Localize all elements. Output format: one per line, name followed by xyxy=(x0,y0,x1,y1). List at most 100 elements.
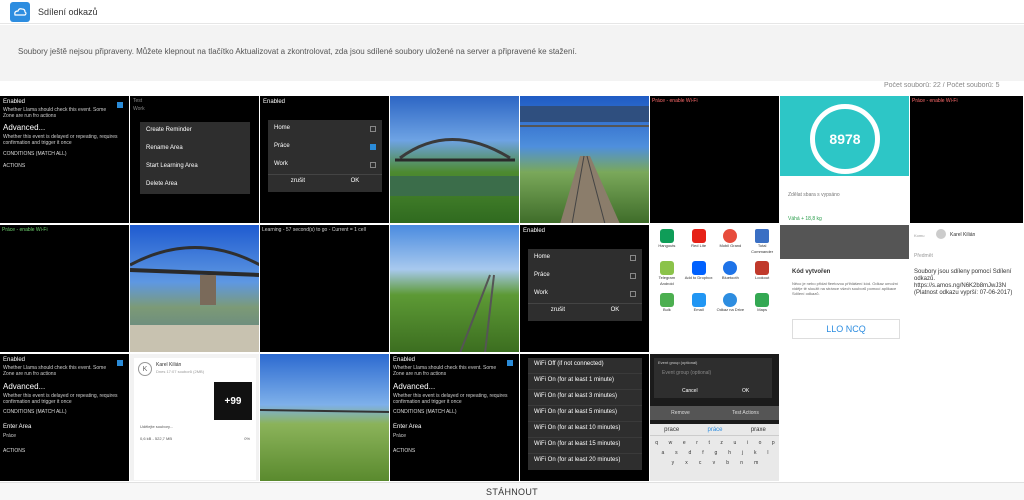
app-total-commander[interactable]: Total Commander xyxy=(747,229,777,255)
key[interactable]: r xyxy=(696,440,698,446)
key[interactable]: f xyxy=(702,450,703,456)
thumbnail-17[interactable]: Enabled Whether Llama should check this … xyxy=(0,354,130,482)
code-heading: Kód vytvořen xyxy=(792,269,831,275)
key[interactable]: l xyxy=(767,450,768,456)
key[interactable]: o xyxy=(759,440,762,446)
key[interactable]: x xyxy=(685,460,688,466)
wifi-option[interactable]: WiFi On (for at least 3 minutes) xyxy=(528,390,642,406)
key[interactable]: q xyxy=(655,440,658,446)
thumbnail-3[interactable]: Enabled Home Práce Work zrušit OK xyxy=(260,96,390,224)
thumbnail-20[interactable]: Enabled Whether Llama should check this … xyxy=(390,354,520,482)
option-home[interactable]: Home xyxy=(268,120,382,138)
key[interactable]: s xyxy=(675,450,678,456)
test-actions-button[interactable]: Test Actions xyxy=(732,410,759,416)
option-home[interactable]: Home xyxy=(528,249,642,267)
cancel-button[interactable]: zrušit xyxy=(291,178,305,185)
wifi-option[interactable]: WiFi On (for at least 10 minutes) xyxy=(528,422,642,438)
option-prace[interactable]: Práce xyxy=(528,267,642,285)
wifi-option[interactable]: WiFi On (for at least 15 minutes) xyxy=(528,438,642,454)
menu-item-start-learning[interactable]: Start Learning Area xyxy=(140,158,250,176)
thumbnail-2[interactable]: Test Work Create Reminder Rename Area St… xyxy=(130,96,260,224)
page-title: Sdílení odkazů xyxy=(38,6,98,17)
key[interactable]: p xyxy=(772,440,775,446)
option-prace[interactable]: Práce xyxy=(268,138,382,156)
footer-bar: STÁHNOUT xyxy=(0,482,1024,500)
ok-button[interactable]: OK xyxy=(611,307,620,314)
key[interactable]: c xyxy=(699,460,702,466)
advanced-label: Advanced... xyxy=(3,123,46,132)
thumbnail-6[interactable]: Práce - enable Wi-Fi xyxy=(650,96,780,224)
key[interactable]: v xyxy=(713,460,716,466)
key[interactable]: i xyxy=(747,440,748,446)
thumbnail-16[interactable]: Komu Karel Kilián Předmět Soubory jsou s… xyxy=(910,225,1024,353)
key[interactable]: z xyxy=(720,440,723,446)
thumbnail-1[interactable]: Enabled Whether Llama should check this … xyxy=(0,96,130,224)
key[interactable]: g xyxy=(715,450,718,456)
ok-button[interactable]: OK xyxy=(351,178,360,185)
key[interactable]: e xyxy=(683,440,686,446)
key[interactable]: k xyxy=(754,450,757,456)
suggestion-3[interactable]: praxe xyxy=(751,427,766,433)
enabled-desc: Whether Llama should check this event. S… xyxy=(3,107,107,119)
option-work[interactable]: Work xyxy=(528,285,642,303)
app-telegram[interactable]: Telegram Android xyxy=(652,261,682,287)
landscape-photo xyxy=(260,409,389,413)
wifi-option[interactable]: WiFi On (for at least 20 minutes) xyxy=(528,454,642,470)
thumbnail-14[interactable]: Hangouts Red Lite Mobil Grand Total Comm… xyxy=(650,225,780,353)
wifi-option[interactable]: WiFi Off (if not connected) xyxy=(528,358,642,374)
key[interactable]: a xyxy=(661,450,664,456)
thumbnail-4[interactable] xyxy=(390,96,520,224)
thumbnail-19[interactable] xyxy=(260,354,390,482)
menu-item-delete-area[interactable]: Delete Area xyxy=(140,176,250,194)
key[interactable]: m xyxy=(754,460,758,466)
remove-button[interactable]: Remove xyxy=(671,410,690,416)
top-label-2: Work xyxy=(133,106,145,112)
download-button[interactable]: STÁHNOUT xyxy=(486,487,538,497)
app-maps[interactable]: Maps xyxy=(747,293,777,313)
thumbnail-7[interactable]: 8978 Zdělat sbara s vypsáno Váhá + 18,8 … xyxy=(780,96,910,224)
key[interactable]: d xyxy=(689,450,692,456)
menu-item-rename-area[interactable]: Rename Area xyxy=(140,140,250,158)
menu-item-create-reminder[interactable]: Create Reminder xyxy=(140,122,250,140)
app-email[interactable]: Email xyxy=(684,293,714,313)
key[interactable]: j xyxy=(742,450,743,456)
checkbox-icon xyxy=(507,360,513,366)
enabled-desc: Whether Llama should check this event. S… xyxy=(393,365,497,377)
app-drive-link[interactable]: Odkaz na Drive xyxy=(716,293,746,313)
thumbnail-11[interactable]: Learning - 57 second(s) to go - Current … xyxy=(260,225,390,353)
thumbnail-18[interactable]: K Karel Kilián Dnes 17:07 souborů (2MB) … xyxy=(130,354,260,482)
info-banner: Soubory ještě nejsou připraveny. Můžete … xyxy=(0,25,1024,81)
key[interactable]: n xyxy=(740,460,743,466)
app-bluetooth[interactable]: Bluetooth xyxy=(716,261,746,287)
thumbnail-10[interactable] xyxy=(130,225,260,353)
thumbnail-12[interactable] xyxy=(390,225,520,353)
cancel-button[interactable]: Cancel xyxy=(682,388,698,394)
thumbnail-22[interactable]: Event group (optional) Event group (opti… xyxy=(650,354,780,482)
key[interactable]: b xyxy=(726,460,729,466)
thumbnail-9[interactable]: Práce - enable Wi-Fi xyxy=(0,225,130,353)
key[interactable]: y xyxy=(672,460,675,466)
app-dropbox[interactable]: Add to Dropbox xyxy=(684,261,714,287)
app-red-lite[interactable]: Red Lite xyxy=(684,229,714,255)
thumbnail-8[interactable]: Práce - enable Wi-Fi xyxy=(910,96,1024,224)
suggestion-2[interactable]: práce xyxy=(707,427,722,433)
key[interactable]: h xyxy=(728,450,731,456)
key[interactable]: t xyxy=(708,440,709,446)
event-group-input[interactable]: Event group (optional) xyxy=(662,370,711,376)
app-bulk[interactable]: Bulk xyxy=(652,293,682,313)
app-hangouts[interactable]: Hangouts xyxy=(652,229,682,255)
option-work[interactable]: Work xyxy=(268,156,382,174)
ok-button[interactable]: OK xyxy=(742,388,749,394)
thumbnail-15[interactable]: Kód vytvořen Něco je nebo přidat fleetov… xyxy=(780,225,910,353)
key[interactable]: w xyxy=(669,440,673,446)
cancel-button[interactable]: zrušit xyxy=(551,307,565,314)
app-mobil-grand[interactable]: Mobil Grand xyxy=(716,229,746,255)
key[interactable]: u xyxy=(734,440,737,446)
thumbnail-5[interactable] xyxy=(520,96,650,224)
wifi-option[interactable]: WiFi On (for at least 1 minute) xyxy=(528,374,642,390)
thumbnail-13[interactable]: Enabled Home Práce Work zrušit OK xyxy=(520,225,650,353)
app-lookout[interactable]: Lookout xyxy=(747,261,777,287)
wifi-option[interactable]: WiFi On (for at least 5 minutes) xyxy=(528,406,642,422)
suggestion-1[interactable]: prace xyxy=(664,427,679,433)
thumbnail-21[interactable]: WiFi Off (if not connected) WiFi On (for… xyxy=(520,354,650,482)
